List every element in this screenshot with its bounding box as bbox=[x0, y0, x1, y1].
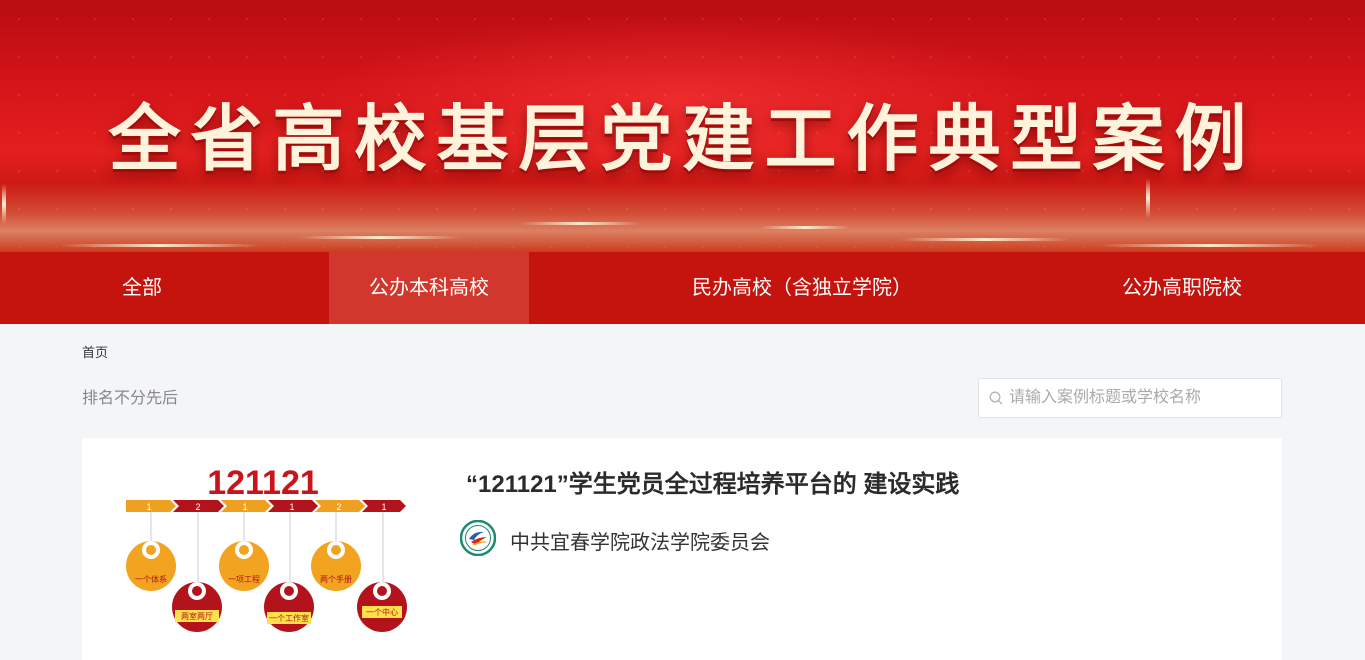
case-card[interactable]: 121121 1 2 1 1 2 1 一个体系 一项工程 两个手册 两室两厅 一… bbox=[82, 438, 1282, 660]
ranking-note: 排名不分先后 bbox=[82, 390, 179, 407]
banner-light-streak bbox=[1100, 244, 1320, 247]
pillar-circle: 两个手册 bbox=[311, 541, 361, 591]
pillar-circle: 一项工程 bbox=[219, 541, 269, 591]
banner-light-streak bbox=[900, 238, 1070, 241]
svg-text:两个手册: 两个手册 bbox=[320, 574, 352, 584]
breadcrumb-home-link[interactable]: 首页 bbox=[82, 345, 108, 360]
step-number: 2 bbox=[195, 502, 200, 512]
nav-tab-all[interactable]: 全部 bbox=[42, 252, 242, 324]
pillar-circle: 一个体系 bbox=[126, 541, 176, 591]
school-logo-icon bbox=[460, 520, 496, 556]
thumbnail-heading: 121121 bbox=[207, 464, 319, 502]
banner-light-streak bbox=[520, 222, 640, 225]
case-thumbnail[interactable]: 121121 1 2 1 1 2 1 一个体系 一项工程 两个手册 两室两厅 一… bbox=[122, 460, 412, 640]
nav-tab-public-vocational[interactable]: 公办高职院校 bbox=[1082, 252, 1282, 324]
organization-name: 中共宜春学院政法学院委员会 bbox=[510, 532, 770, 554]
banner-floor-glow bbox=[0, 182, 1365, 252]
svg-text:一个体系: 一个体系 bbox=[135, 574, 167, 584]
pillar-circle: 一个中心 bbox=[357, 582, 407, 632]
search-input[interactable] bbox=[1009, 379, 1277, 417]
svg-text:一个中心: 一个中心 bbox=[366, 607, 398, 617]
nav-tab-public-undergrad[interactable]: 公办本科高校 bbox=[329, 252, 529, 324]
step-number: 1 bbox=[146, 502, 151, 512]
breadcrumb: 首页 bbox=[82, 342, 108, 361]
banner-light-streak bbox=[300, 236, 460, 239]
banner-light-streak bbox=[60, 244, 260, 247]
pillar-circle: 两室两厅 bbox=[172, 582, 222, 632]
step-number: 1 bbox=[289, 502, 294, 512]
step-number: 1 bbox=[381, 502, 386, 512]
search-box bbox=[978, 378, 1282, 418]
banner-light-streak bbox=[760, 226, 850, 229]
svg-text:一项工程: 一项工程 bbox=[228, 575, 260, 584]
svg-text:两室两厅: 两室两厅 bbox=[181, 611, 213, 621]
banner-light-beam bbox=[2, 184, 6, 224]
pillar-circle: 一个工作室 bbox=[264, 582, 314, 632]
header-banner: 全省高校基层党建工作典型案例 bbox=[0, 0, 1365, 252]
case-title-link[interactable]: “121121”学生党员全过程培养平台的 建设实践 bbox=[466, 464, 959, 499]
category-nav: 全部 公办本科高校 民办高校（含独立学院） 公办高职院校 bbox=[0, 252, 1365, 324]
step-number: 2 bbox=[336, 502, 341, 512]
nav-tab-private[interactable]: 民办高校（含独立学院） bbox=[652, 252, 952, 324]
search-icon bbox=[989, 391, 1003, 405]
step-number: 1 bbox=[242, 502, 247, 512]
svg-text:一个工作室: 一个工作室 bbox=[269, 613, 309, 623]
banner-title: 全省高校基层党建工作典型案例 bbox=[108, 96, 1257, 181]
